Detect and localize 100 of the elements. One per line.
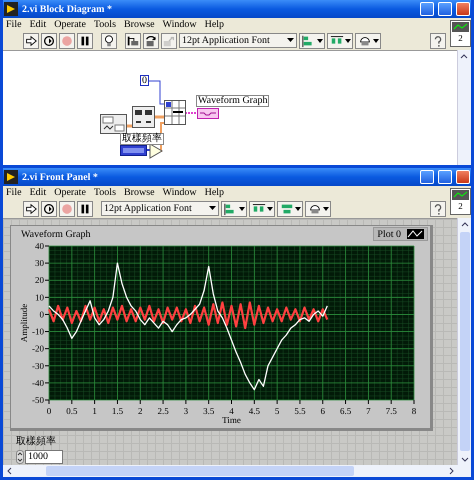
- align-dropdown[interactable]: [299, 32, 325, 48]
- maximize-button[interactable]: [438, 2, 452, 16]
- reorder-dropdown[interactable]: [355, 32, 381, 48]
- run-continuous-icon: [42, 202, 56, 216]
- tick-label: 5.5: [294, 406, 306, 416]
- function-node-icon[interactable]: [132, 106, 155, 128]
- font-dropdown[interactable]: 12pt Application Font: [179, 33, 297, 48]
- control-label: 取樣頻率: [120, 133, 164, 145]
- caret-icon: [295, 206, 301, 210]
- light-bulb-icon: [102, 34, 116, 48]
- vi-icon[interactable]: 2: [450, 20, 471, 47]
- caret-icon: [267, 206, 273, 210]
- vi-icon[interactable]: 2: [450, 188, 471, 215]
- run-continuous-icon: [42, 34, 56, 48]
- caret-icon: [317, 38, 323, 42]
- pause-button[interactable]: [77, 32, 93, 48]
- signal-node-icon[interactable]: [100, 114, 127, 134]
- caret-icon: [239, 206, 245, 210]
- menu-item[interactable]: Window: [162, 187, 197, 198]
- scroll-bar[interactable]: [457, 50, 471, 165]
- help-button[interactable]: [430, 32, 446, 48]
- menu-item[interactable]: Help: [204, 187, 224, 198]
- minimize-button[interactable]: [420, 2, 434, 16]
- amplifier-node[interactable]: [150, 143, 163, 159]
- stop-icon: [60, 202, 74, 216]
- wire: [185, 112, 196, 114]
- numeric-input-field[interactable]: 1000: [25, 450, 63, 464]
- step-over-button[interactable]: [143, 32, 159, 48]
- caret-icon: [209, 206, 216, 211]
- caret-icon: [373, 38, 379, 42]
- tick-label: 5: [274, 406, 280, 416]
- graph-label: Waveform Graph: [21, 228, 90, 240]
- tick-label: 0: [40, 309, 44, 320]
- help-button[interactable]: [430, 200, 446, 216]
- menu-item[interactable]: Browse: [124, 187, 155, 198]
- tick-label: 6.5: [340, 406, 352, 416]
- horizontal-scroll-bar[interactable]: [3, 465, 471, 477]
- menu-item[interactable]: Browse: [124, 19, 155, 30]
- align-dropdown[interactable]: [221, 200, 247, 216]
- run-continuously-button[interactable]: [41, 32, 57, 48]
- menu-item[interactable]: File: [6, 19, 22, 30]
- plot-legend[interactable]: Plot 0: [373, 227, 428, 241]
- menu-item[interactable]: Operate: [54, 187, 86, 198]
- run-continuously-button[interactable]: [41, 200, 57, 216]
- window-title: 2.vi Block Diagram *: [22, 4, 113, 14]
- tick-label: 8: [412, 406, 416, 416]
- caret-icon: [287, 38, 294, 43]
- close-button[interactable]: [456, 2, 470, 16]
- caret-icon: [345, 38, 351, 42]
- tick-label: -20: [32, 344, 44, 354]
- tick-label: 3: [184, 406, 188, 416]
- menu-item[interactable]: Help: [204, 19, 224, 30]
- numeric-constant[interactable]: 0: [140, 75, 149, 86]
- distribute-dropdown[interactable]: [249, 200, 275, 216]
- menu-item[interactable]: Operate: [54, 19, 86, 30]
- control-label: 取樣頻率: [16, 434, 57, 448]
- menu-item[interactable]: Edit: [30, 19, 46, 30]
- tick-label: 0: [46, 406, 52, 416]
- tick-label: 2: [138, 406, 142, 416]
- stop-icon: [60, 34, 74, 48]
- tick-label: -10: [32, 326, 44, 337]
- reorder-dropdown[interactable]: [305, 200, 331, 216]
- menu-item[interactable]: Tools: [94, 19, 116, 30]
- pause-button[interactable]: [77, 200, 93, 216]
- maximize-button[interactable]: [438, 170, 452, 184]
- tick-label: 6: [320, 406, 325, 416]
- numeric-terminal-icon[interactable]: [120, 145, 147, 156]
- tick-label: 7: [366, 406, 371, 416]
- axis-title: Amplitude: [19, 304, 29, 342]
- tick-label: 1: [92, 406, 97, 416]
- step-over-icon: [144, 34, 158, 48]
- menu-item[interactable]: Edit: [30, 187, 46, 198]
- run-icon: [24, 34, 38, 48]
- menu-item[interactable]: Tools: [94, 187, 116, 198]
- increment-decrement-icon[interactable]: [16, 450, 24, 464]
- menu-item[interactable]: File: [6, 187, 22, 198]
- vertical-scroll-bar[interactable]: [457, 218, 471, 465]
- highlight-button[interactable]: [101, 32, 117, 48]
- tick-label: 0.5: [66, 406, 78, 416]
- step-into-button[interactable]: [125, 32, 141, 48]
- caret-icon: [323, 206, 329, 210]
- menu-item[interactable]: Window: [162, 19, 197, 30]
- tick-label: 4: [229, 406, 234, 416]
- run-button[interactable]: [23, 200, 39, 216]
- tick-label: -50: [32, 395, 44, 405]
- build-waveform-node-icon[interactable]: [164, 100, 186, 125]
- step-into-icon: [126, 34, 140, 48]
- plot-line-icon: [407, 229, 424, 239]
- tick-label: 7.5: [386, 406, 397, 416]
- font-dropdown[interactable]: 12pt Application Font: [101, 201, 219, 216]
- resize-dropdown[interactable]: [277, 200, 303, 216]
- graph-terminal-icon[interactable]: [197, 108, 219, 119]
- close-button[interactable]: [456, 170, 470, 184]
- graph-label: Waveform Graph: [196, 95, 270, 107]
- app-icon: [4, 170, 18, 184]
- run-button[interactable]: [23, 32, 39, 48]
- distribute-dropdown[interactable]: [327, 32, 353, 48]
- minimize-button[interactable]: [420, 170, 434, 184]
- tick-label: 3.5: [203, 406, 214, 416]
- run-icon: [24, 202, 38, 216]
